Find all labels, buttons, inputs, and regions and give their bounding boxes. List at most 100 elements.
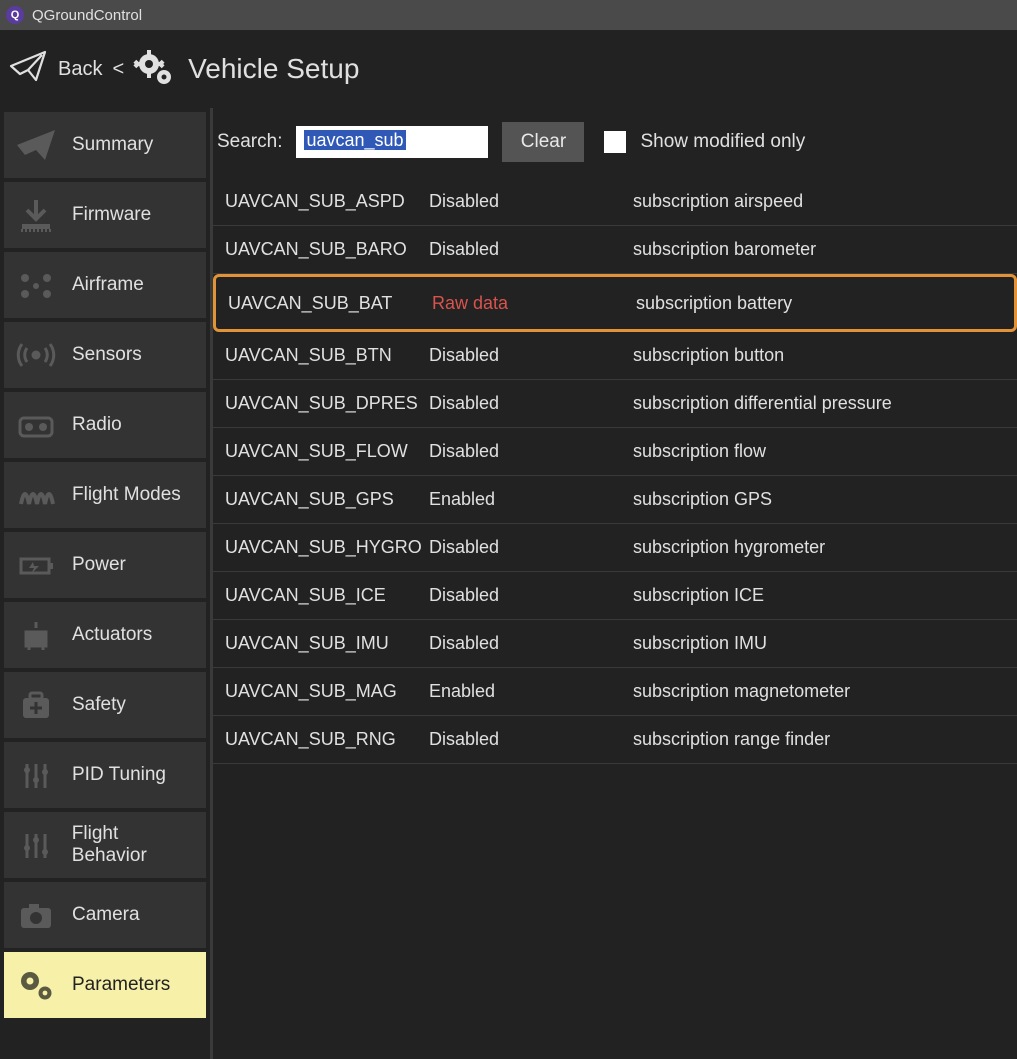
clear-button[interactable]: Clear — [502, 122, 584, 162]
actuators-icon — [12, 618, 60, 652]
param-name: UAVCAN_SUB_BTN — [225, 345, 429, 366]
param-row[interactable]: UAVCAN_SUB_RNGDisabledsubscription range… — [213, 716, 1017, 764]
chevron-left-icon: < — [112, 58, 124, 81]
param-value: Raw data — [432, 293, 636, 314]
flight-modes-icon — [12, 478, 60, 512]
main-panel: Search: uavcan_sub Clear Show modified o… — [213, 108, 1017, 1059]
sidebar-item-camera[interactable]: Camera — [4, 882, 206, 948]
sidebar-item-label: Sensors — [72, 344, 142, 366]
param-name: UAVCAN_SUB_BARO — [225, 239, 429, 260]
param-description: subscription battery — [636, 293, 1002, 314]
param-description: subscription ICE — [633, 585, 1005, 606]
param-name: UAVCAN_SUB_ASPD — [225, 191, 429, 212]
paper-plane-icon — [12, 128, 60, 162]
param-row[interactable]: UAVCAN_SUB_FLOWDisabledsubscription flow — [213, 428, 1017, 476]
medkit-icon — [12, 688, 60, 722]
gears-icon — [12, 966, 60, 1004]
param-value: Disabled — [429, 585, 633, 606]
sidebar-item-pid-tuning[interactable]: PID Tuning — [4, 742, 206, 808]
param-description: subscription airspeed — [633, 191, 1005, 212]
param-name: UAVCAN_SUB_RNG — [225, 729, 429, 750]
sidebar-item-label: Power — [72, 554, 126, 576]
param-row[interactable]: UAVCAN_SUB_DPRESDisabledsubscription dif… — [213, 380, 1017, 428]
param-name: UAVCAN_SUB_HYGRO — [225, 537, 429, 558]
show-modified-checkbox[interactable] — [604, 131, 626, 153]
sidebar-item-power[interactable]: Power — [4, 532, 206, 598]
param-value: Disabled — [429, 345, 633, 366]
show-modified-label: Show modified only — [640, 131, 805, 153]
sidebar-item-flight-behavior[interactable]: Flight Behavior — [4, 812, 206, 878]
param-name: UAVCAN_SUB_GPS — [225, 489, 429, 510]
param-row[interactable]: UAVCAN_SUB_HYGRODisabledsubscription hyg… — [213, 524, 1017, 572]
camera-icon — [12, 898, 60, 932]
param-name: UAVCAN_SUB_BAT — [228, 293, 432, 314]
sidebar-item-label: Parameters — [72, 974, 170, 996]
sidebar-item-label: Flight Modes — [72, 484, 181, 506]
param-description: subscription range finder — [633, 729, 1005, 750]
param-name: UAVCAN_SUB_ICE — [225, 585, 429, 606]
sliders-icon — [12, 758, 60, 792]
param-description: subscription IMU — [633, 633, 1005, 654]
sliders-icon — [12, 828, 60, 862]
sidebar-item-label: Actuators — [72, 624, 152, 646]
battery-icon — [12, 548, 60, 582]
param-row[interactable]: UAVCAN_SUB_MAGEnabledsubscription magnet… — [213, 668, 1017, 716]
param-row[interactable]: UAVCAN_SUB_BATRaw datasubscription batte… — [213, 274, 1017, 332]
param-description: subscription button — [633, 345, 1005, 366]
sidebar-item-flight-modes[interactable]: Flight Modes — [4, 462, 206, 528]
airframe-icon — [12, 268, 60, 302]
sidebar-item-label: Flight Behavior — [72, 823, 198, 867]
gears-icon — [132, 47, 176, 91]
sidebar-item-label: Summary — [72, 134, 153, 156]
sidebar-item-radio[interactable]: Radio — [4, 392, 206, 458]
sidebar-item-label: Safety — [72, 694, 126, 716]
app-name: QGroundControl — [32, 7, 142, 24]
param-value: Disabled — [429, 537, 633, 558]
sidebar-item-label: PID Tuning — [72, 764, 166, 786]
param-row[interactable]: UAVCAN_SUB_ICEDisabledsubscription ICE — [213, 572, 1017, 620]
sidebar-item-label: Radio — [72, 414, 122, 436]
param-row[interactable]: UAVCAN_SUB_ASPDDisabledsubscription airs… — [213, 178, 1017, 226]
back-button[interactable]: Back < — [8, 46, 124, 92]
param-description: subscription GPS — [633, 489, 1005, 510]
param-value: Disabled — [429, 633, 633, 654]
header: Back < Vehicle Setup — [0, 30, 1017, 108]
sidebar-item-sensors[interactable]: Sensors — [4, 322, 206, 388]
search-label: Search: — [217, 131, 282, 153]
param-row[interactable]: UAVCAN_SUB_IMUDisabledsubscription IMU — [213, 620, 1017, 668]
sidebar-item-parameters[interactable]: Parameters — [4, 952, 206, 1018]
param-value: Enabled — [429, 681, 633, 702]
sidebar-item-airframe[interactable]: Airframe — [4, 252, 206, 318]
content: Summary Firmware Airframe Sensors Radio — [0, 108, 1017, 1059]
search-input[interactable]: uavcan_sub — [296, 126, 488, 158]
parameter-list: UAVCAN_SUB_ASPD Disabled subscription airs… — [213, 178, 1017, 764]
param-value: Disabled — [429, 393, 633, 414]
app-icon: Q — [6, 6, 24, 24]
param-name: UAVCAN_SUB_DPRES — [225, 393, 429, 414]
paper-plane-icon — [8, 46, 48, 92]
sidebar-item-summary[interactable]: Summary — [4, 112, 206, 178]
param-description: subscription magnetometer — [633, 681, 1005, 702]
param-description: subscription differential pressure — [633, 393, 1005, 414]
title-bar: Q QGroundControl — [0, 0, 1017, 30]
sidebar-item-actuators[interactable]: Actuators — [4, 602, 206, 668]
sidebar-item-firmware[interactable]: Firmware — [4, 182, 206, 248]
param-value: Disabled — [429, 441, 633, 462]
param-name: UAVCAN_SUB_FLOW — [225, 441, 429, 462]
param-value: Disabled — [429, 729, 633, 750]
param-name: UAVCAN_SUB_IMU — [225, 633, 429, 654]
sensors-icon — [12, 338, 60, 372]
page-title: Vehicle Setup — [188, 53, 359, 85]
back-label: Back — [58, 58, 102, 81]
search-row: Search: uavcan_sub Clear Show modified o… — [213, 108, 1017, 178]
download-icon — [12, 198, 60, 232]
sidebar-item-label: Airframe — [72, 274, 144, 296]
param-value: Enabled — [429, 489, 633, 510]
param-row[interactable]: UAVCAN_SUB_BARODisabledsubscription baro… — [213, 226, 1017, 274]
param-row[interactable]: UAVCAN_SUB_BTNDisabledsubscription butto… — [213, 332, 1017, 380]
sidebar-item-label: Camera — [72, 904, 140, 926]
radio-icon — [12, 408, 60, 442]
param-row[interactable]: UAVCAN_SUB_GPSEnabledsubscription GPS — [213, 476, 1017, 524]
sidebar-item-safety[interactable]: Safety — [4, 672, 206, 738]
search-input-value: uavcan_sub — [304, 130, 405, 150]
